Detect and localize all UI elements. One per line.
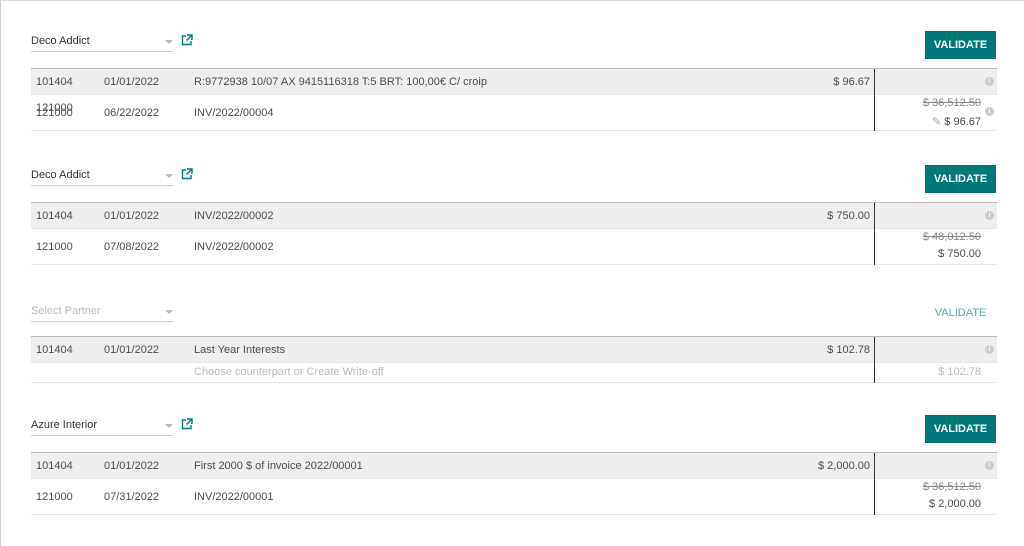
choose-counterpart-link[interactable]: Choose counterpart or Create Write-off — [194, 366, 384, 378]
column-divider — [874, 203, 875, 265]
validate-button[interactable]: VALIDATE — [925, 299, 996, 327]
info-icon[interactable]: i — [985, 345, 994, 354]
account: 101404 — [36, 76, 73, 88]
caret-down-icon — [165, 424, 173, 428]
counterpart-placeholder-row[interactable]: Choose counterpart or Create Write-off $… — [31, 363, 997, 383]
validate-button[interactable]: VALIDATE — [925, 165, 996, 193]
label: INV/2022/00002 — [194, 210, 274, 222]
amount: $ 96.67 — [833, 76, 870, 88]
label: R:9772938 10/07 AX 9415116318 T:5 BRT: 1… — [194, 76, 487, 88]
statement-line[interactable]: 101404 01/01/2022 Last Year Interests $ … — [31, 337, 997, 363]
reconciliation-table: 101404 01/01/2022 R:9772938 10/07 AX 941… — [31, 68, 997, 131]
partner-value: Deco Addict — [31, 169, 90, 181]
external-link-icon[interactable] — [181, 34, 193, 46]
caret-down-icon — [165, 174, 173, 178]
original-amount: $ 36,512.50 — [922, 481, 981, 493]
validate-button[interactable]: VALIDATE — [925, 415, 996, 443]
column-divider — [874, 337, 875, 383]
original-amount: $ 48,012.50 — [922, 231, 981, 243]
statement-line[interactable]: 101404 01/01/2022 INV/2022/00002 $ 750.0… — [31, 203, 997, 229]
column-divider — [874, 69, 875, 131]
matched-amount: $ 750.00 — [938, 248, 981, 260]
matched-value: $ 96.67 — [944, 116, 981, 128]
counterpart-line[interactable]: 121000 07/31/2022 INV/2022/00001 $ 36,51… — [31, 479, 997, 515]
matched-amount: $ 2,000.00 — [929, 498, 981, 510]
date: 01/01/2022 — [104, 210, 160, 222]
date: 01/01/2022 — [104, 460, 160, 472]
date: 07/31/2022 — [104, 491, 160, 503]
label: INV/2022/00002 — [194, 241, 274, 253]
label: INV/2022/00001 — [194, 491, 274, 503]
account: 101404 — [36, 460, 73, 472]
info-icon[interactable]: i — [985, 107, 994, 116]
amount: $ 102.78 — [827, 344, 870, 356]
date: 01/01/2022 — [104, 344, 160, 356]
reconciliation-table: 101404 01/01/2022 Last Year Interests $ … — [31, 336, 997, 383]
reconciliation-table: 101404 01/01/2022 First 2000 $ of invoic… — [31, 452, 997, 515]
account: 121000 — [36, 107, 73, 119]
label: First 2000 $ of invoice 2022/00001 — [194, 460, 363, 472]
label: Last Year Interests — [194, 344, 286, 356]
info-icon[interactable]: i — [985, 211, 994, 220]
account: 121000 — [36, 491, 73, 503]
statement-line[interactable]: 101404 01/01/2022 R:9772938 10/07 AX 941… — [31, 69, 997, 95]
counterpart-line[interactable]: 121000 06/22/2022 121000 INV/2022/00004 … — [31, 95, 997, 131]
amount: $ 750.00 — [827, 210, 870, 222]
partner-select[interactable]: Select Partner — [31, 305, 173, 322]
matched-amount[interactable]: ✎ $ 96.67 — [932, 115, 981, 128]
open-amount: $ 102.78 — [938, 366, 981, 378]
label: INV/2022/00004 — [194, 107, 274, 119]
validate-button[interactable]: VALIDATE — [925, 31, 996, 59]
reconciliation-table: 101404 01/01/2022 INV/2022/00002 $ 750.0… — [31, 202, 997, 265]
caret-down-icon — [165, 40, 173, 44]
pencil-icon[interactable]: ✎ — [932, 116, 944, 128]
partner-select[interactable]: Deco Addict — [31, 169, 173, 186]
date: 01/01/2022 — [104, 76, 160, 88]
partner-placeholder: Select Partner — [31, 305, 101, 317]
partner-value: Deco Addict — [31, 35, 90, 47]
amount: $ 2,000.00 — [818, 460, 870, 472]
partner-select[interactable]: Deco Addict — [31, 35, 173, 52]
statement-line[interactable]: 101404 01/01/2022 First 2000 $ of invoic… — [31, 453, 997, 479]
info-icon[interactable]: i — [985, 77, 994, 86]
date: 07/08/2022 — [104, 241, 160, 253]
external-link-icon[interactable] — [181, 418, 193, 430]
column-divider — [874, 453, 875, 515]
caret-down-icon — [165, 310, 173, 314]
partner-select[interactable]: Azure Interior — [31, 419, 173, 436]
info-icon[interactable]: i — [985, 461, 994, 470]
counterpart-line[interactable]: 121000 07/08/2022 INV/2022/00002 $ 48,01… — [31, 229, 997, 265]
partner-value: Azure Interior — [31, 419, 98, 431]
account: 101404 — [36, 344, 73, 356]
original-amount: $ 36,512.50 — [922, 97, 981, 109]
account: 101404 — [36, 210, 73, 222]
date: 06/22/2022 — [104, 107, 160, 119]
account: 121000 — [36, 241, 73, 253]
external-link-icon[interactable] — [181, 168, 193, 180]
